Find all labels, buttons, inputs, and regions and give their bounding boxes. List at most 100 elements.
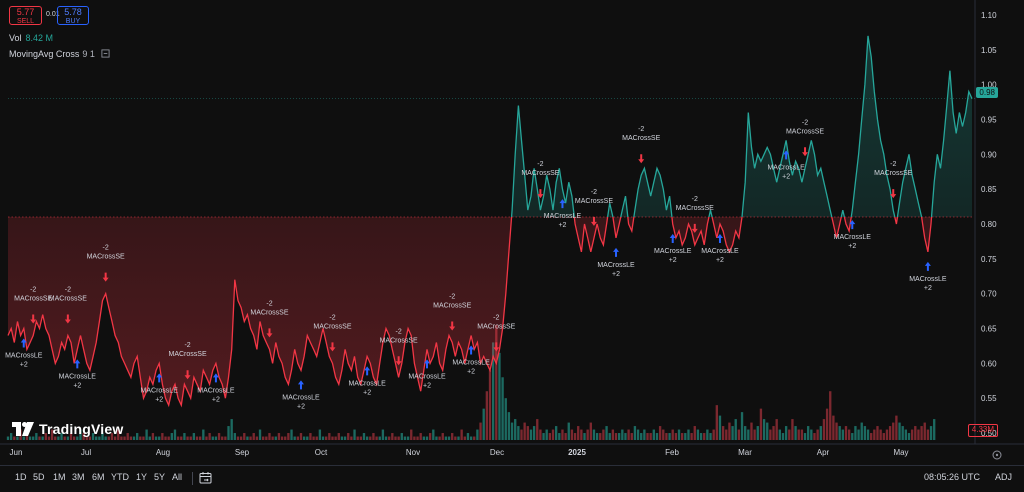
- buy-price: 5.78: [64, 7, 82, 17]
- volume-bar: [126, 433, 129, 440]
- time-axis-label: Oct: [314, 448, 328, 457]
- timeframe-button-ytd[interactable]: YTD: [111, 472, 129, 482]
- time-axis-label: Nov: [405, 448, 421, 457]
- volume-bar: [810, 429, 813, 440]
- volume-bar: [731, 426, 734, 440]
- volume-legend[interactable]: Vol 8.42 M: [9, 33, 53, 43]
- volume-bar: [829, 391, 832, 440]
- long-signal-arrow: [924, 261, 931, 271]
- volume-bar: [479, 422, 482, 440]
- volume-bar: [198, 436, 202, 440]
- volume-bar: [230, 419, 233, 440]
- volume-bar: [454, 436, 457, 440]
- volume-bar: [652, 429, 655, 440]
- time-axis-label: Apr: [816, 448, 830, 457]
- short-signal-qty: -2: [890, 161, 896, 168]
- volume-bar: [170, 433, 173, 440]
- volume-bar: [665, 433, 668, 440]
- volume-bar: [315, 436, 318, 440]
- volume-bar: [756, 426, 759, 440]
- volume-bar: [365, 436, 369, 440]
- timeframe-button-1m[interactable]: 1M: [53, 472, 66, 482]
- calendar-icon[interactable]: [199, 471, 212, 484]
- volume-bar: [353, 429, 356, 440]
- volume-bar: [85, 436, 88, 440]
- long-signal-label: MACrossLE: [701, 248, 739, 255]
- scroll-to-realtime-icon[interactable]: [992, 450, 1002, 460]
- volume-bar: [142, 436, 145, 440]
- volume-bar: [583, 433, 586, 440]
- volume-bar: [630, 433, 633, 440]
- volume-bar: [747, 429, 750, 440]
- volume-bar: [378, 436, 381, 440]
- volume-bar: [910, 429, 914, 440]
- time-axis-label: Jul: [80, 448, 92, 457]
- volume-bar: [438, 436, 441, 440]
- volume-bar: [857, 429, 860, 440]
- timeframe-button-1d[interactable]: 1D: [15, 472, 27, 482]
- volume-bar: [176, 436, 180, 440]
- volume-bar: [284, 436, 287, 440]
- price-axis-label: 0.80: [981, 220, 997, 229]
- buy-button[interactable]: 5.78 BUY: [57, 6, 89, 25]
- volume-bar: [293, 436, 296, 440]
- volume-bar: [444, 436, 448, 440]
- timeframe-button-6m[interactable]: 6M: [92, 472, 105, 482]
- volume-bar: [816, 429, 819, 440]
- chart-frame[interactable]: 1.10 1.05 1.00 0.95 0.90 0.85 0.80 0.75 0.70 0.65…: [0, 0, 1024, 492]
- volume-legend-label: Vol: [9, 33, 22, 43]
- utc-clock[interactable]: 08:05:26 UTC: [924, 472, 980, 482]
- price-chart[interactable]: 1.101.051.000.950.900.850.800.750.700.65…: [0, 0, 1024, 465]
- volume-bar: [54, 436, 57, 440]
- volume-bar: [476, 429, 479, 440]
- time-axis-label: Feb: [665, 448, 679, 457]
- volume-bar: [400, 433, 403, 440]
- toolbar-divider: [192, 472, 193, 485]
- sell-price: 5.77: [16, 7, 35, 17]
- volume-bar: [158, 436, 161, 440]
- volume-bar: [554, 426, 558, 440]
- volume-bar: [246, 436, 249, 440]
- volume-bar: [466, 433, 470, 440]
- volume-bar: [104, 436, 107, 440]
- volume-bar: [321, 436, 325, 440]
- volume-bar: [485, 391, 489, 440]
- price-axis-label: 0.65: [981, 325, 997, 334]
- volume-bar: [526, 426, 529, 440]
- long-signal-label: MACrossLE: [5, 353, 43, 360]
- volume-bar: [419, 433, 422, 440]
- volume-bar: [693, 426, 696, 440]
- adj-toggle[interactable]: ADJ: [995, 472, 1012, 482]
- volume-bar: [589, 422, 592, 440]
- timeframe-button-5y[interactable]: 5Y: [154, 472, 165, 482]
- volume-bar: [183, 433, 186, 440]
- indicator-legend[interactable]: MovingAvg Cross 9 1: [9, 49, 110, 59]
- volume-bar: [350, 436, 353, 440]
- short-signal-qty: -2: [65, 286, 71, 293]
- timeframe-button-5d[interactable]: 5D: [33, 472, 45, 482]
- indicator-settings-icon[interactable]: [101, 49, 110, 58]
- short-signal-label: MACrossSE: [575, 198, 613, 205]
- volume-bar: [879, 429, 882, 440]
- volume-bar: [844, 426, 848, 440]
- volume-bar: [504, 398, 507, 440]
- volume-bar: [737, 429, 741, 440]
- volume-bar: [835, 422, 838, 440]
- volume-bar: [280, 436, 284, 440]
- volume-bar: [803, 433, 807, 440]
- volume-bar: [95, 436, 98, 440]
- sell-button[interactable]: 5.77 SELL: [9, 6, 42, 25]
- long-signal-qty: +2: [20, 362, 28, 369]
- volume-bar: [529, 429, 533, 440]
- timeframe-button-all[interactable]: All: [172, 472, 182, 482]
- volume-bar: [655, 433, 659, 440]
- indicator-name: MovingAvg Cross: [9, 49, 80, 59]
- volume-bar: [129, 436, 133, 440]
- bottom-toolbar: 1D 5D 1M 3M 6M YTD 1Y 5Y All 08:05:26 UTC ADJ: [0, 465, 1024, 492]
- volume-bar: [788, 429, 791, 440]
- short-signal-label: MACrossSE: [521, 170, 559, 177]
- timeframe-button-1y[interactable]: 1Y: [136, 472, 147, 482]
- timeframe-button-3m[interactable]: 3M: [72, 472, 85, 482]
- short-signal-qty: -2: [692, 196, 698, 203]
- volume-bar: [28, 436, 32, 440]
